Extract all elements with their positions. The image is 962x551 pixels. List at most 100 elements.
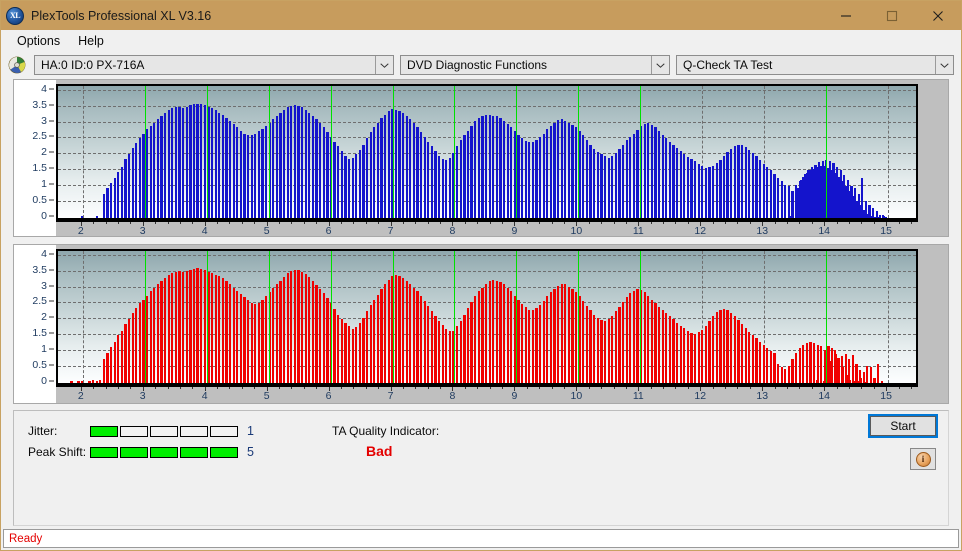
chart-bar [427, 141, 430, 218]
menu-item-options[interactable]: Options [8, 32, 69, 50]
chart-bar [383, 284, 387, 383]
chart-bar [697, 332, 700, 383]
x-axis-tick [824, 387, 826, 391]
x-axis-minor-tick [340, 222, 342, 224]
minimize-icon[interactable] [823, 1, 869, 30]
y-axis-tick-label: 3.5 [32, 263, 47, 276]
chart-bar [690, 159, 693, 218]
chart-bar [744, 328, 747, 383]
chart-bar [816, 344, 819, 383]
chevron-down-icon[interactable] [651, 56, 669, 74]
x-axis-minor-tick [291, 387, 293, 389]
x-axis-minor-tick [787, 222, 788, 224]
x-axis-minor-tick [601, 387, 603, 389]
chart-bar [293, 105, 297, 218]
chart-bar [401, 113, 405, 218]
indicator-panel: Jitter: 1 Peak Shift: 5 TA Quality Indic… [13, 410, 949, 526]
chart-bar [813, 343, 816, 383]
chart-bar [427, 306, 430, 383]
chart-bar [844, 354, 847, 383]
chart-bar [614, 311, 617, 383]
x-axis-minor-tick [749, 222, 751, 224]
chart-bar [748, 332, 751, 383]
chart-bar [643, 292, 646, 383]
chart-bar [585, 140, 589, 218]
chevron-down-icon[interactable] [375, 56, 393, 74]
chart-bar [885, 216, 888, 218]
chart-bar [791, 190, 794, 218]
chart-bar [477, 291, 480, 383]
marker-line [392, 251, 394, 383]
chart-bar [333, 141, 336, 218]
chart-bar [520, 304, 524, 383]
chart-bar [719, 309, 722, 383]
chart-bar [171, 273, 174, 383]
marker-line [578, 86, 580, 218]
chart-bar [755, 338, 758, 383]
close-icon[interactable] [915, 1, 961, 30]
x-axis-tick-label: 2 [77, 225, 84, 237]
x-axis-minor-tick [737, 387, 739, 389]
x-axis-minor-tick [93, 387, 95, 389]
chart-bar [369, 305, 372, 383]
y-axis-tick-label: 4 [41, 247, 47, 260]
chart-bar [171, 108, 174, 218]
chart-bar [232, 287, 235, 383]
x-axis-tick [514, 222, 516, 226]
chart-bar [275, 116, 279, 218]
chart-bar [365, 138, 369, 218]
maximize-icon[interactable] [869, 1, 915, 30]
x-axis-minor-tick [787, 387, 788, 389]
y-axis-tick-label: 4 [41, 82, 47, 95]
chart-bar [355, 327, 358, 383]
chart-bar [564, 284, 567, 383]
chart-bar [846, 180, 850, 218]
chart-bar [722, 309, 726, 383]
chevron-down-icon[interactable] [935, 56, 953, 74]
chart-bar [283, 277, 286, 383]
chart-bar [383, 114, 387, 218]
info-button[interactable]: i [910, 448, 936, 470]
chart-bar [807, 170, 810, 218]
function-select[interactable]: DVD Diagnostic Functions [400, 55, 670, 75]
chart-bar [668, 141, 672, 218]
menu-item-help[interactable]: Help [69, 32, 113, 50]
start-button[interactable]: Start [868, 414, 938, 438]
chart-bar [203, 270, 206, 383]
y-axis-tick-label: 1 [41, 178, 47, 191]
x-axis-tick [700, 387, 702, 391]
chart-bar [304, 109, 307, 218]
chart-bar [596, 317, 599, 383]
chart-bar [474, 296, 477, 383]
x-axis-minor-tick [836, 222, 838, 224]
chart-bar [557, 286, 560, 383]
x-axis-minor-tick [192, 222, 194, 224]
chart-bar [373, 127, 376, 218]
chart-bar [127, 319, 131, 383]
chart-bar [762, 344, 765, 383]
chart-bar [182, 271, 185, 383]
drive-select[interactable]: HA:0 ID:0 PX-716A [34, 55, 394, 75]
x-axis-tick [886, 222, 888, 226]
chart-bar [279, 113, 282, 218]
chart-bar [704, 167, 708, 218]
x-axis-tick [390, 387, 392, 391]
chart-bar [218, 113, 221, 218]
chart-bar [246, 300, 250, 383]
test-select[interactable]: Q-Check TA Test [676, 55, 954, 75]
x-axis-minor-tick [551, 387, 553, 389]
chart-bar [737, 144, 740, 218]
x-axis-minor-tick [179, 387, 181, 389]
x-axis-tick-label: 6 [325, 225, 332, 237]
x-axis-minor-tick [601, 222, 603, 224]
y-axis-tick-label: 1.5 [32, 327, 47, 340]
chart-bar [120, 330, 123, 383]
chart-bar [535, 308, 538, 383]
x-axis-tick [328, 387, 330, 391]
chart-bar [833, 349, 837, 383]
x-axis-minor-tick [687, 387, 689, 389]
chart-bar [337, 146, 340, 218]
chart-bar [789, 216, 792, 218]
x-axis-tick [204, 387, 206, 391]
x-axis-minor-tick [93, 222, 95, 224]
